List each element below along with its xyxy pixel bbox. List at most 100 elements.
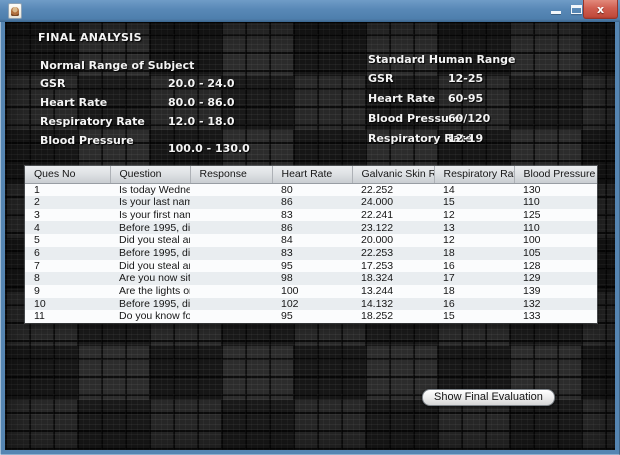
table-cell[interactable] (190, 196, 272, 209)
table-cell[interactable]: 14 (434, 183, 514, 196)
table-cell[interactable]: 132 (514, 298, 597, 311)
table-cell[interactable]: Did you steal an... (110, 234, 190, 247)
table-cell[interactable]: 1 (25, 183, 110, 196)
column-header[interactable]: Respiratory Rate (434, 166, 515, 184)
table-cell[interactable]: 100 (272, 285, 352, 298)
table-cell[interactable]: 139 (514, 285, 597, 298)
column-header[interactable]: Blood Pressure (514, 166, 597, 184)
table-row[interactable]: 5Did you steal an... 8420.00012100 (25, 234, 597, 247)
table-row[interactable]: 9Are the lights on... 10013.24418139 (25, 284, 597, 298)
table-cell[interactable]: 22.253 (352, 247, 434, 260)
table-cell[interactable]: 17.253 (352, 260, 434, 273)
table-row[interactable]: 8Are you now sitti... 9818.32417129 (25, 272, 597, 285)
table-cell[interactable]: 86 (272, 196, 352, 209)
table-cell[interactable]: 18 (434, 285, 514, 298)
table-cell[interactable]: 110 (514, 221, 597, 234)
table-cell[interactable] (190, 260, 272, 273)
table-row[interactable]: 10Before 1995, di... 10214.13216132 (25, 297, 597, 311)
table-cell[interactable]: 12 (434, 234, 514, 247)
table-cell[interactable]: 12 (434, 209, 514, 222)
table-cell[interactable]: 22.241 (352, 209, 434, 222)
column-header[interactable]: Galvanic Skin R... (352, 166, 435, 184)
table-cell[interactable]: 23.122 (352, 221, 434, 234)
table-cell[interactable]: 11 (25, 310, 110, 323)
table-cell[interactable]: 95 (272, 260, 352, 273)
table-cell[interactable]: 95 (272, 310, 352, 323)
table-cell[interactable]: 13 (434, 221, 514, 234)
table-row[interactable]: 1Is today Wedne... 8022.25214130 (25, 183, 597, 197)
table-cell[interactable]: 4 (25, 221, 110, 234)
table-cell[interactable]: 98 (272, 272, 352, 285)
table-cell[interactable] (190, 221, 272, 234)
table-row[interactable]: 3Is your first nam... 8322.24112125 (25, 208, 597, 222)
table-cell[interactable]: 133 (514, 310, 597, 323)
table-cell[interactable]: 6 (25, 247, 110, 260)
table-cell[interactable]: 83 (272, 209, 352, 222)
table-cell[interactable]: Is your last nam... (110, 196, 190, 209)
table-cell[interactable]: 86 (272, 221, 352, 234)
close-button[interactable]: x (583, 0, 618, 19)
table-cell[interactable]: 105 (514, 247, 597, 260)
table-cell[interactable]: Did you steal an... (110, 260, 190, 273)
table-cell[interactable]: 83 (272, 247, 352, 260)
table-cell[interactable]: 80 (272, 183, 352, 196)
table-cell[interactable]: 110 (514, 196, 597, 209)
table-cell[interactable]: 128 (514, 260, 597, 273)
table-cell[interactable]: 16 (434, 260, 514, 273)
table-cell[interactable]: 100 (514, 234, 597, 247)
table-cell[interactable] (190, 234, 272, 247)
table-cell[interactable]: 129 (514, 272, 597, 285)
table-cell[interactable]: 18.324 (352, 272, 434, 285)
table-cell[interactable]: 17 (434, 272, 514, 285)
table-cell[interactable]: 15 (434, 196, 514, 209)
table-cell[interactable]: 130 (514, 183, 597, 196)
table-cell[interactable]: 14.132 (352, 298, 434, 311)
table-row[interactable]: 2Is your last nam... 8624.00015110 (25, 196, 597, 209)
table-row[interactable]: 4Before 1995, di... 8623.12213110 (25, 221, 597, 235)
table-cell[interactable]: 3 (25, 209, 110, 222)
table-cell[interactable] (190, 247, 272, 260)
table-cell[interactable]: Is your first nam... (110, 209, 190, 222)
table-cell[interactable]: Before 1995, di... (110, 247, 190, 260)
column-header[interactable]: Response (190, 166, 273, 184)
table-cell[interactable] (190, 183, 272, 196)
table-cell[interactable] (190, 209, 272, 222)
table-cell[interactable]: 10 (25, 298, 110, 311)
column-header[interactable]: Question (110, 166, 191, 184)
table-cell[interactable]: Before 1995, di... (110, 221, 190, 234)
table-cell[interactable] (190, 272, 272, 285)
table-cell[interactable] (190, 285, 272, 298)
table-cell[interactable]: Are the lights on... (110, 285, 190, 298)
column-header[interactable]: Ques No (25, 166, 111, 184)
results-table: Ques No Question Response Heart Rate Galvani… (25, 166, 597, 323)
table-cell[interactable]: 7 (25, 260, 110, 273)
table-cell[interactable]: 16 (434, 298, 514, 311)
titlebar[interactable]: x (0, 0, 620, 22)
table-cell[interactable]: 8 (25, 272, 110, 285)
show-final-evaluation-button[interactable]: Show Final Evaluation (422, 389, 555, 406)
table-cell[interactable]: Is today Wedne... (110, 183, 190, 196)
table-cell[interactable]: 18 (434, 247, 514, 260)
table-cell[interactable]: 22.252 (352, 183, 434, 196)
table-cell[interactable]: 102 (272, 298, 352, 311)
table-cell[interactable]: 5 (25, 234, 110, 247)
table-cell[interactable]: Before 1995, di... (110, 298, 190, 311)
table-cell[interactable]: 9 (25, 285, 110, 298)
table-row[interactable]: 7Did you steal an... 9517.25316128 (25, 259, 597, 273)
minimize-button[interactable] (548, 0, 564, 20)
table-row[interactable]: 11Do you know for... 9518.25215133 (25, 310, 597, 323)
table-cell[interactable]: 18.252 (352, 310, 434, 323)
table-cell[interactable] (190, 310, 272, 323)
table-cell[interactable]: 20.000 (352, 234, 434, 247)
table-cell[interactable]: 125 (514, 209, 597, 222)
table-cell[interactable] (190, 298, 272, 311)
table-cell[interactable]: 13.244 (352, 285, 434, 298)
column-header[interactable]: Heart Rate (272, 166, 353, 184)
table-cell[interactable]: 84 (272, 234, 352, 247)
table-cell[interactable]: Are you now sitti... (110, 272, 190, 285)
table-cell[interactable]: 2 (25, 196, 110, 209)
table-row[interactable]: 6Before 1995, di... 8322.25318105 (25, 246, 597, 260)
table-cell[interactable]: 15 (434, 310, 514, 323)
table-cell[interactable]: Do you know for... (110, 310, 190, 323)
table-cell[interactable]: 24.000 (352, 196, 434, 209)
